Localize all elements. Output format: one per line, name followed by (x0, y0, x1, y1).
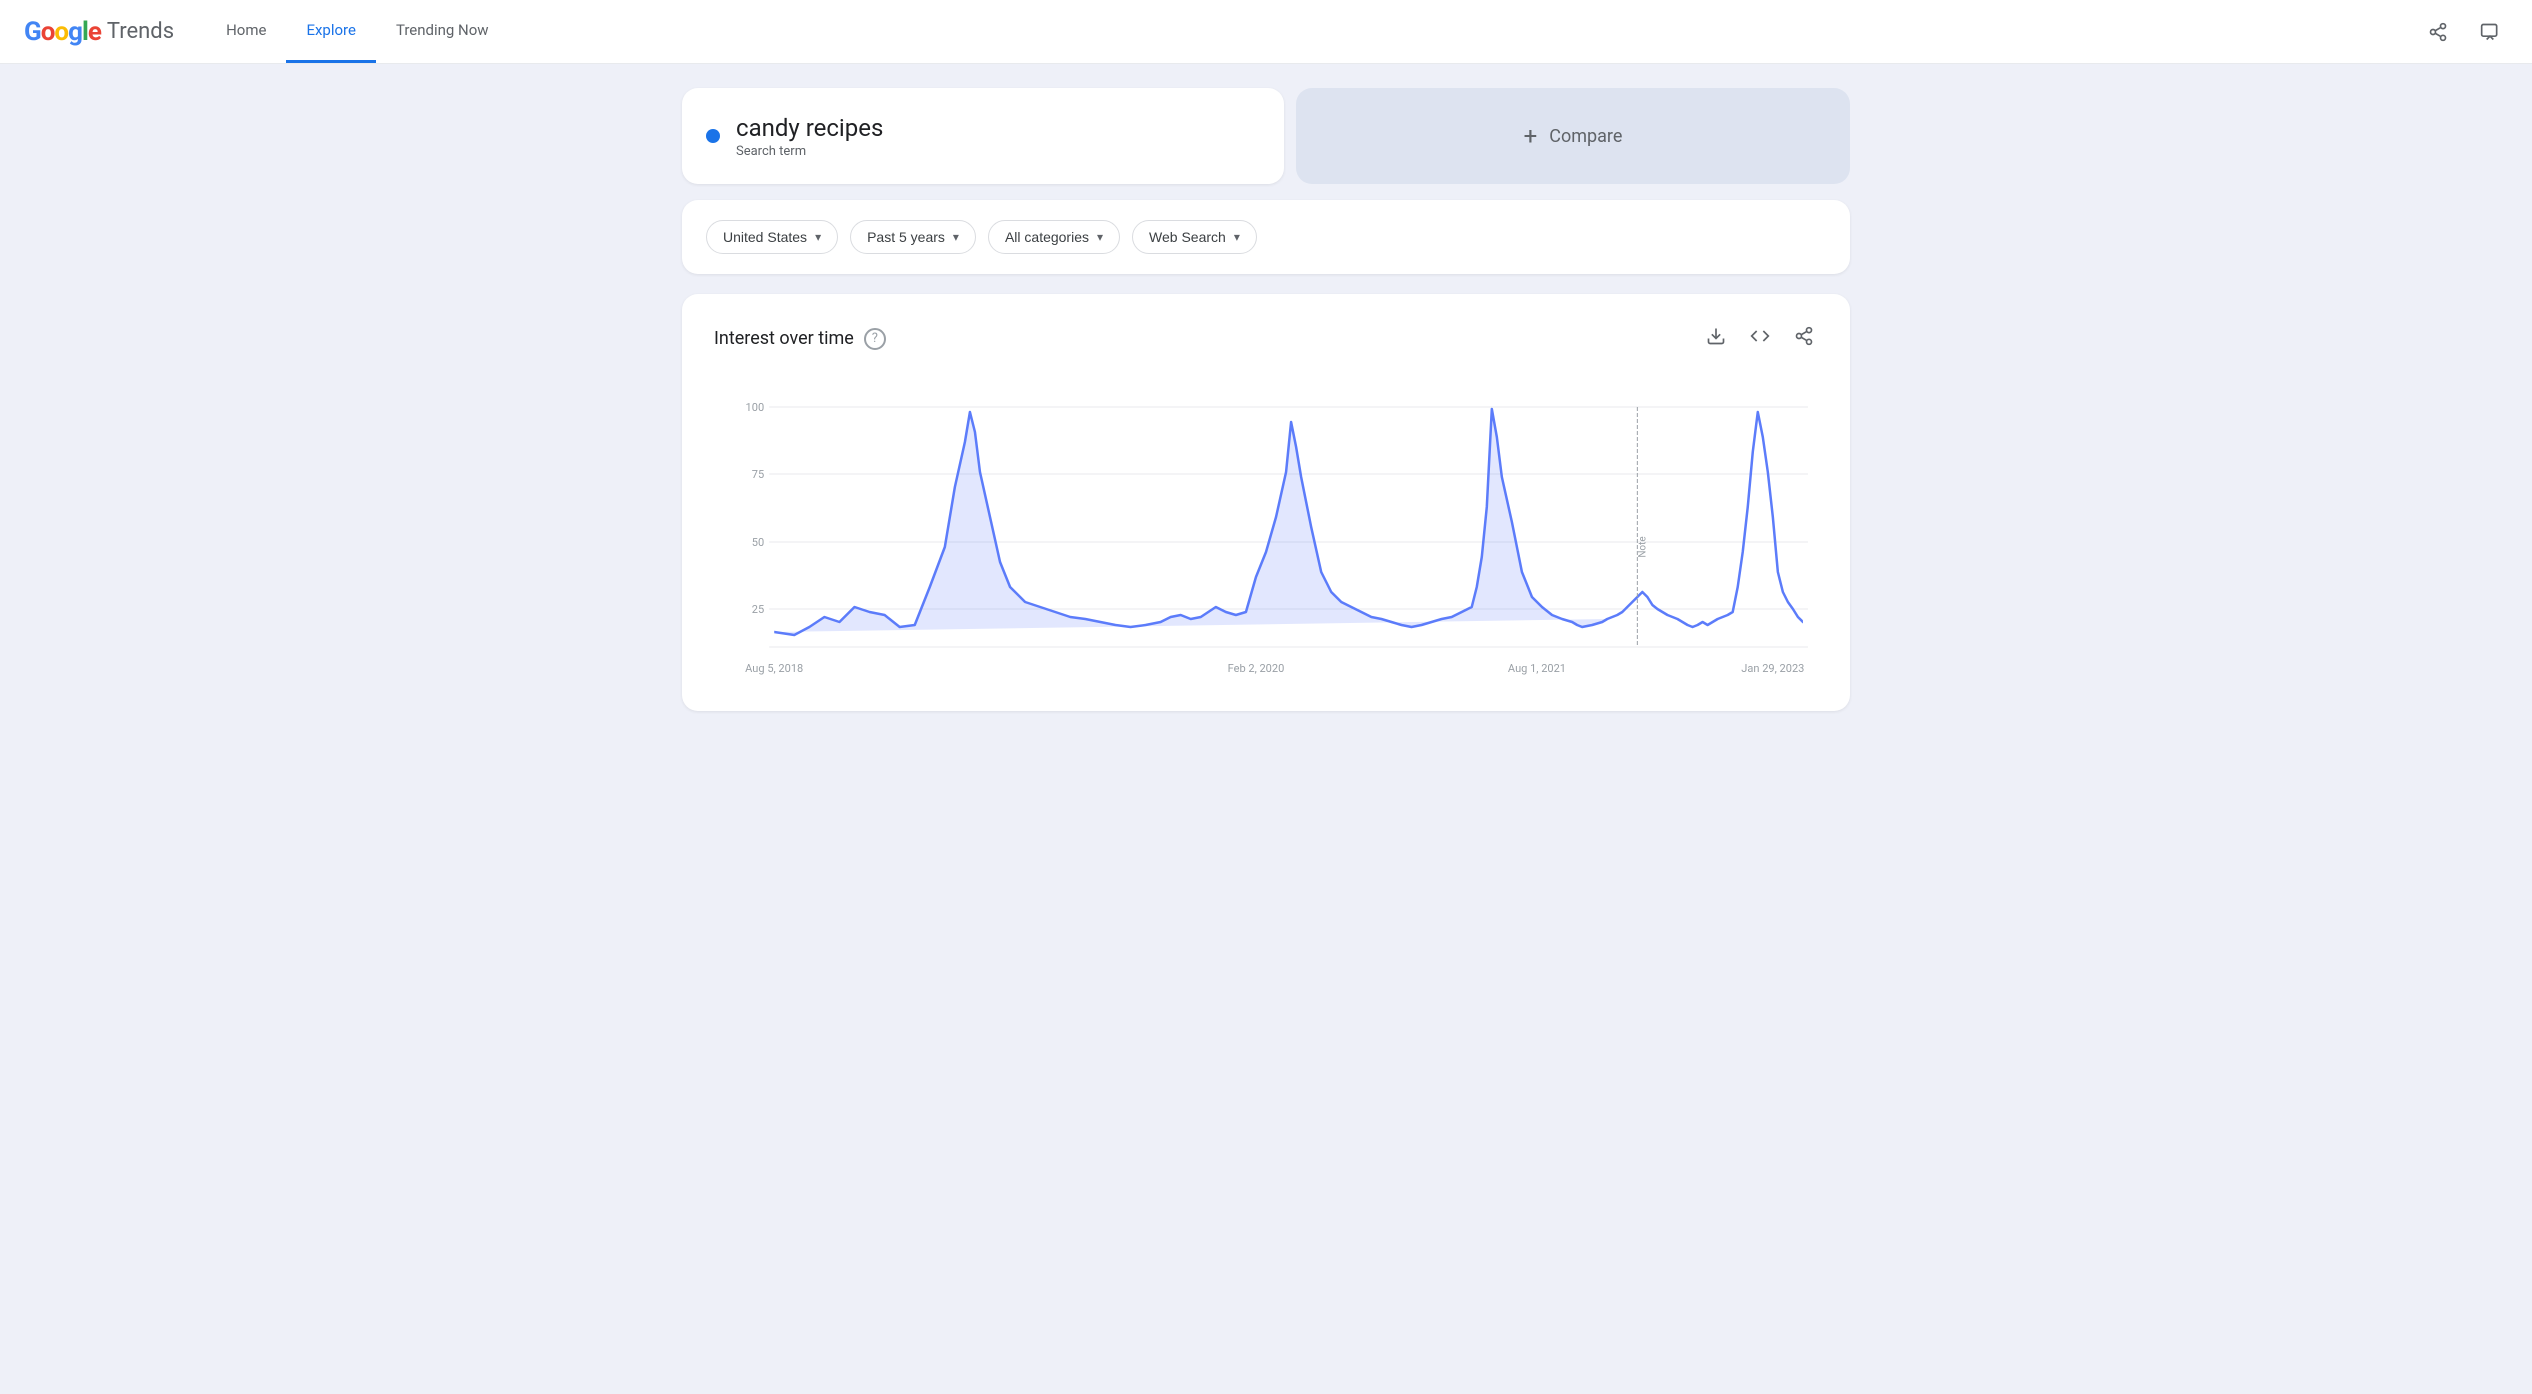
main-content: candy recipes Search term + Compare Unit… (666, 64, 1866, 735)
chart-wrapper: 100 75 50 25 Note (714, 387, 1818, 687)
svg-text:Aug 1, 2021: Aug 1, 2021 (1508, 662, 1566, 675)
svg-text:75: 75 (752, 468, 764, 481)
search-term-info: candy recipes Search term (736, 114, 883, 159)
nav-home[interactable]: Home (206, 0, 286, 63)
svg-text:100: 100 (746, 401, 765, 414)
chart-actions (1702, 322, 1818, 355)
category-filter-label: All categories (1005, 229, 1089, 245)
header-actions (2420, 14, 2508, 50)
svg-text:50: 50 (752, 536, 764, 549)
svg-text:Aug 5, 2018: Aug 5, 2018 (745, 662, 803, 675)
category-filter[interactable]: All categories ▾ (988, 220, 1120, 254)
search-type-filter-label: Web Search (1149, 229, 1226, 245)
google-logo: Google (24, 17, 101, 47)
svg-text:Jan 29, 2023: Jan 29, 2023 (1741, 662, 1804, 675)
svg-text:Feb 2, 2020: Feb 2, 2020 (1228, 662, 1285, 675)
embed-button[interactable] (1746, 322, 1774, 355)
chart-svg: 100 75 50 25 Note (714, 387, 1818, 687)
logo-link[interactable]: Google Trends (24, 17, 174, 47)
search-type-filter-arrow: ▾ (1234, 230, 1240, 244)
search-type-label: Search term (736, 144, 883, 159)
feedback-button[interactable] (2472, 14, 2508, 50)
category-filter-arrow: ▾ (1097, 230, 1103, 244)
header: Google Trends Home Explore Trending Now (0, 0, 2532, 64)
filters-row: United States ▾ Past 5 years ▾ All categ… (682, 200, 1850, 274)
chart-title: Interest over time (714, 328, 854, 349)
chart-card: Interest over time ? (682, 294, 1850, 711)
location-filter-label: United States (723, 229, 807, 245)
main-nav: Home Explore Trending Now (206, 0, 509, 63)
chart-title-area: Interest over time ? (714, 328, 886, 350)
search-term-card: candy recipes Search term (682, 88, 1284, 184)
search-type-filter[interactable]: Web Search ▾ (1132, 220, 1257, 254)
help-icon[interactable]: ? (864, 328, 886, 350)
share-button[interactable] (2420, 14, 2456, 50)
svg-text:25: 25 (752, 603, 764, 616)
svg-text:Note: Note (1637, 536, 1648, 557)
chart-header: Interest over time ? (714, 322, 1818, 355)
time-filter[interactable]: Past 5 years ▾ (850, 220, 976, 254)
trends-logo-text: Trends (107, 19, 174, 44)
compare-label: Compare (1549, 126, 1622, 147)
compare-plus-icon: + (1524, 122, 1538, 150)
location-filter-arrow: ▾ (815, 230, 821, 244)
nav-trending-now[interactable]: Trending Now (376, 0, 509, 63)
location-filter[interactable]: United States ▾ (706, 220, 838, 254)
search-dot (706, 129, 720, 143)
download-button[interactable] (1702, 322, 1730, 355)
time-filter-arrow: ▾ (953, 230, 959, 244)
search-term-value: candy recipes (736, 114, 883, 142)
time-filter-label: Past 5 years (867, 229, 945, 245)
compare-card[interactable]: + Compare (1296, 88, 1850, 184)
search-row: candy recipes Search term + Compare (682, 88, 1850, 184)
chart-share-button[interactable] (1790, 322, 1818, 355)
nav-explore[interactable]: Explore (286, 0, 376, 63)
